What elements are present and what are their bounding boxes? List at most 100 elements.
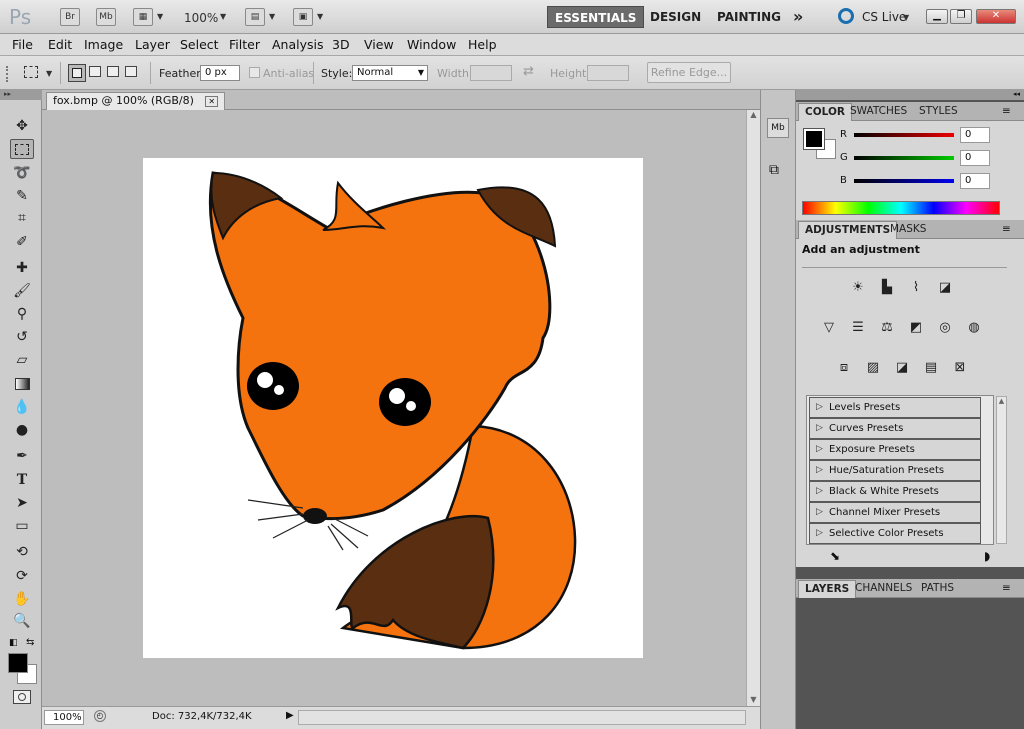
swap-colors-icon[interactable]: ⇆ <box>26 637 34 648</box>
marquee-preset-icon[interactable] <box>24 66 38 78</box>
tab-channels[interactable]: CHANNELS <box>849 580 918 598</box>
quick-mask-icon[interactable] <box>13 690 31 704</box>
close-document-icon[interactable]: ✕ <box>205 96 219 107</box>
menu-select[interactable]: Select <box>180 37 219 52</box>
menu-filter[interactable]: Filter <box>229 37 260 52</box>
presets-scrollbar[interactable]: ▲ <box>996 396 1007 544</box>
g-value[interactable]: 0 <box>960 150 990 166</box>
preset-item[interactable]: ▷ Curves Presets <box>809 418 981 439</box>
vibrance-icon[interactable]: ▽ <box>818 317 840 337</box>
g-slider[interactable] <box>854 156 954 160</box>
document-canvas[interactable] <box>143 158 643 658</box>
move-tool-icon[interactable]: ✥ <box>10 116 34 136</box>
screen-mode-button[interactable]: ▣ <box>293 8 313 26</box>
healing-brush-tool-icon[interactable]: ✚ <box>10 258 34 278</box>
levels-icon[interactable]: ▙ <box>876 277 898 297</box>
r-slider[interactable] <box>854 133 954 137</box>
clone-stamp-tool-icon[interactable]: ⚲ <box>10 304 34 324</box>
status-zoom-field[interactable]: 100% <box>44 710 84 725</box>
eyedropper-tool-icon[interactable]: ✐ <box>10 232 34 252</box>
hue-saturation-icon[interactable]: ☰ <box>847 317 869 337</box>
scroll-up-icon[interactable]: ▲ <box>747 110 760 119</box>
subtract-from-selection-icon[interactable] <box>107 66 119 77</box>
rectangle-shape-tool-icon[interactable]: ▭ <box>10 516 34 536</box>
menu-window[interactable]: Window <box>407 37 456 52</box>
preset-item[interactable]: ▷ Black & White Presets <box>809 481 981 502</box>
more-workspaces-icon[interactable]: » <box>793 6 803 28</box>
tools-collapse-icon[interactable]: ▸▸ <box>0 90 42 100</box>
tool-preset-dropdown-icon[interactable]: ▼ <box>46 69 52 78</box>
menu-3d[interactable]: 3D <box>332 37 350 52</box>
arrange-documents-button[interactable]: ▤ <box>245 8 265 26</box>
tab-styles[interactable]: STYLES <box>913 103 964 121</box>
refine-edge-button[interactable]: Refine Edge... <box>647 62 731 83</box>
canvas-horizontal-scrollbar[interactable] <box>298 710 746 725</box>
screen-mode-dropdown-icon[interactable]: ▼ <box>317 12 323 21</box>
swap-width-height-icon[interactable]: ⇄ <box>523 64 534 79</box>
bridge-button[interactable]: Br <box>60 8 80 26</box>
preset-item[interactable]: ▷ Hue/Saturation Presets <box>809 460 981 481</box>
blur-tool-icon[interactable]: 💧 <box>10 397 34 417</box>
zoom-tool-icon[interactable]: 🔍 <box>10 611 34 631</box>
menu-view[interactable]: View <box>364 37 394 52</box>
mini-bridge-button[interactable]: Mb <box>96 8 116 26</box>
crop-tool-icon[interactable]: ⌗ <box>10 208 34 228</box>
clip-to-layer-icon[interactable]: ⬊ <box>830 549 840 563</box>
workspace-painting[interactable]: PAINTING <box>717 6 781 28</box>
zoom-dropdown-icon[interactable]: ▼ <box>220 12 226 21</box>
minimize-button[interactable]: ▁ <box>926 9 948 24</box>
lasso-tool-icon[interactable]: ➰ <box>10 163 34 183</box>
curves-icon[interactable]: ⌇ <box>905 277 927 297</box>
mini-bridge-panel-icon[interactable]: Mb <box>767 118 789 138</box>
workspace-essentials[interactable]: ESSENTIALS <box>547 6 645 28</box>
layers-panel-menu-icon[interactable]: ≡ <box>996 580 1017 598</box>
tab-adjustments[interactable]: ADJUSTMENTS <box>798 221 898 239</box>
foreground-color-swatch[interactable] <box>8 653 28 673</box>
b-slider[interactable] <box>854 179 954 183</box>
status-menu-icon[interactable]: ▶ <box>286 710 294 721</box>
eraser-tool-icon[interactable]: ▱ <box>10 350 34 370</box>
width-input[interactable] <box>470 65 512 81</box>
panels-collapse-icon[interactable]: ◂◂ <box>796 90 1024 100</box>
document-tab[interactable]: fox.bmp @ 100% (RGB/8) ✕ <box>46 92 226 110</box>
menu-image[interactable]: Image <box>84 37 123 52</box>
gradient-tool-icon[interactable] <box>10 374 34 394</box>
arrange-dropdown-icon[interactable]: ▼ <box>269 12 275 21</box>
exposure-icon[interactable]: ◪ <box>934 277 956 297</box>
threshold-icon[interactable]: ◪ <box>891 357 913 377</box>
menu-edit[interactable]: Edit <box>48 37 72 52</box>
preset-item[interactable]: ▷ Selective Color Presets <box>809 523 981 544</box>
tab-layers[interactable]: LAYERS <box>798 580 857 598</box>
b-value[interactable]: 0 <box>960 173 990 189</box>
type-tool-icon[interactable]: T <box>10 470 34 490</box>
view-extras-dropdown-icon[interactable]: ▼ <box>157 12 163 21</box>
rectangular-marquee-tool-icon[interactable] <box>10 139 34 159</box>
tab-masks[interactable]: MASKS <box>884 221 932 239</box>
zoom-level[interactable]: 100% <box>184 11 218 25</box>
path-selection-tool-icon[interactable]: ➤ <box>10 493 34 513</box>
close-button[interactable]: ✕ <box>976 9 1016 24</box>
cs-live-dropdown-icon[interactable]: ▼ <box>903 13 909 22</box>
restore-button[interactable]: ❐ <box>950 9 972 24</box>
height-input[interactable] <box>587 65 629 81</box>
menu-file[interactable]: File <box>12 37 33 52</box>
gradient-map-icon[interactable]: ▤ <box>920 357 942 377</box>
preset-item[interactable]: ▷ Channel Mixer Presets <box>809 502 981 523</box>
invert-icon[interactable]: ⧈ <box>833 357 855 377</box>
color-spectrum-ramp[interactable] <box>802 201 1000 215</box>
preset-item[interactable]: ▷ Levels Presets <box>809 397 981 418</box>
adjustments-options-icon[interactable]: ◗ <box>984 549 990 563</box>
menu-analysis[interactable]: Analysis <box>272 37 324 52</box>
r-value[interactable]: 0 <box>960 127 990 143</box>
quick-selection-tool-icon[interactable]: ✎ <box>10 186 34 206</box>
status-info-icon[interactable]: ◴ <box>94 710 106 722</box>
black-white-icon[interactable]: ◩ <box>905 317 927 337</box>
new-selection-icon[interactable] <box>68 64 86 82</box>
adjustments-panel-menu-icon[interactable]: ≡ <box>996 221 1017 239</box>
preset-item[interactable]: ▷ Exposure Presets <box>809 439 981 460</box>
brightness-contrast-icon[interactable]: ☀ <box>847 277 869 297</box>
photo-filter-icon[interactable]: ◎ <box>934 317 956 337</box>
color-panel-menu-icon[interactable]: ≡ <box>996 103 1017 121</box>
default-colors-icon[interactable]: ◧ <box>9 638 18 648</box>
color-balance-icon[interactable]: ⚖ <box>876 317 898 337</box>
